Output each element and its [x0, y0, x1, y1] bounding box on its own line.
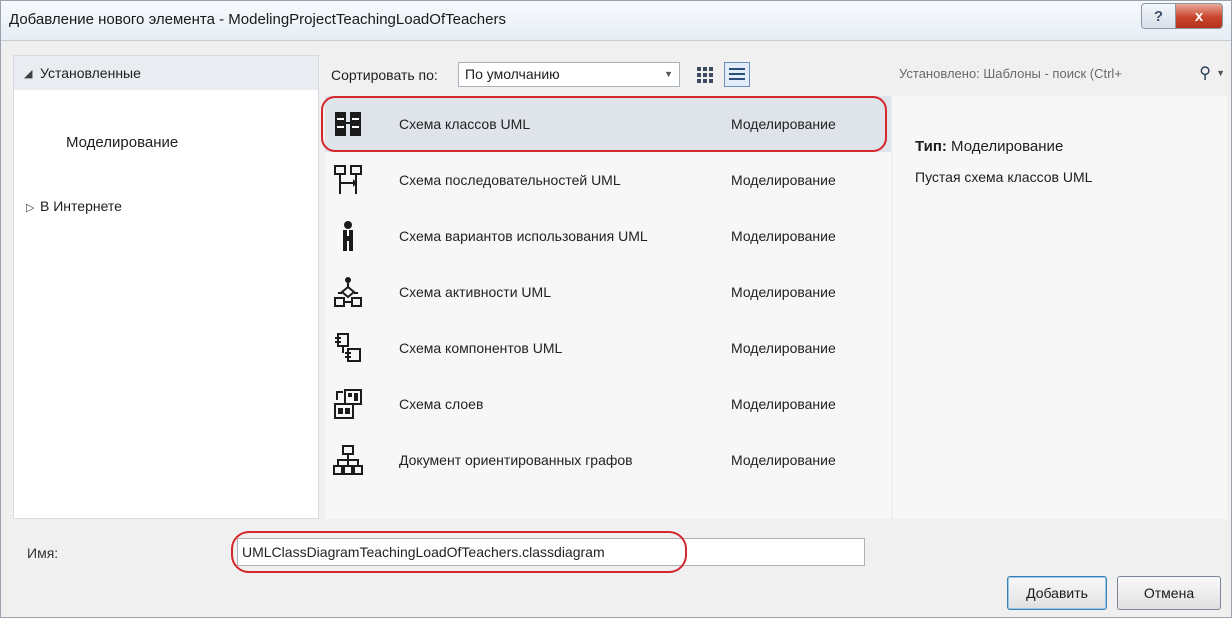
- template-name: Схема компонентов UML: [399, 340, 563, 356]
- collapse-triangle-icon[interactable]: ◢: [24, 67, 32, 80]
- sort-label: Сортировать по:: [331, 67, 438, 83]
- component-diagram-icon: [335, 333, 361, 362]
- cancel-button[interactable]: Отмена: [1117, 576, 1221, 610]
- type-label: Тип:: [915, 138, 947, 155]
- template-category: Моделирование: [731, 284, 836, 300]
- tree-item-installed-label: Установленные: [40, 65, 141, 81]
- template-description: Пустая схема классов UML: [915, 169, 1093, 185]
- template-name: Схема вариантов использования UML: [399, 228, 648, 244]
- title-bar: Добавление нового элемента - ModelingPro…: [1, 1, 1231, 41]
- list-item[interactable]: Схема компонентов UML Моделирование: [325, 320, 891, 376]
- template-name: Схема классов UML: [399, 116, 531, 132]
- template-category: Моделирование: [731, 172, 836, 188]
- list-item[interactable]: Схема последовательностей UML Моделирова…: [325, 152, 891, 208]
- search-icon[interactable]: ⚲: [1199, 63, 1211, 83]
- add-button[interactable]: Добавить: [1007, 576, 1107, 610]
- tree-item-installed[interactable]: ◢ Установленные: [14, 56, 318, 90]
- name-field[interactable]: [237, 538, 865, 566]
- use-case-diagram-icon: [343, 221, 353, 251]
- template-list: Схема классов UML Моделирование Схема по…: [325, 96, 891, 519]
- template-category: Моделирование: [731, 396, 836, 412]
- type-line: Тип: Моделирование: [915, 138, 1063, 155]
- window-title: Добавление нового элемента - ModelingPro…: [9, 11, 506, 28]
- layer-diagram-icon: [334, 389, 362, 419]
- name-label: Имя:: [27, 545, 59, 561]
- template-category: Моделирование: [731, 116, 836, 132]
- help-button[interactable]: ?: [1141, 3, 1175, 29]
- tree-item-online[interactable]: В Интернете: [40, 198, 122, 214]
- search-input[interactable]: Установлено: Шаблоны - поиск (Ctrl+ ⚲ ▼: [895, 62, 1227, 87]
- template-category: Моделирование: [731, 340, 836, 356]
- template-name: Схема слоев: [399, 396, 484, 412]
- activity-diagram-icon: [334, 277, 362, 307]
- list-item[interactable]: Схема классов UML Моделирование: [325, 96, 891, 152]
- class-diagram-icon: [335, 112, 361, 136]
- sequence-diagram-icon: [334, 165, 362, 194]
- details-pane: Тип: Моделирование Пустая схема классов …: [893, 96, 1227, 519]
- sort-dropdown-value: По умолчанию: [465, 66, 560, 82]
- template-category: Моделирование: [731, 228, 836, 244]
- sort-dropdown[interactable]: По умолчанию ▼: [458, 62, 680, 87]
- directed-graph-icon: [333, 445, 363, 475]
- grid-view-icon[interactable]: [694, 64, 714, 84]
- list-item[interactable]: Схема вариантов использования UML Модели…: [325, 208, 891, 264]
- list-item[interactable]: Схема слоев Моделирование: [325, 376, 891, 432]
- search-placeholder: Установлено: Шаблоны - поиск (Ctrl+: [899, 66, 1122, 81]
- tree-item-modeling[interactable]: Моделирование: [66, 134, 178, 151]
- chevron-down-icon[interactable]: ▼: [1216, 68, 1225, 78]
- type-value: Моделирование: [951, 138, 1064, 155]
- template-category: Моделирование: [731, 452, 836, 468]
- category-tree: ◢ Установленные Моделирование ▷ В Интерн…: [13, 55, 319, 519]
- template-name: Схема активности UML: [399, 284, 551, 300]
- chevron-down-icon: ▼: [664, 69, 673, 79]
- list-view-icon[interactable]: [724, 62, 750, 87]
- list-item[interactable]: Документ ориентированных графов Моделиро…: [325, 432, 891, 488]
- template-name: Схема последовательностей UML: [399, 172, 621, 188]
- expand-triangle-icon[interactable]: ▷: [26, 201, 34, 214]
- add-new-item-dialog: Добавление нового элемента - ModelingPro…: [0, 0, 1232, 618]
- close-button[interactable]: x: [1175, 3, 1223, 29]
- template-name: Документ ориентированных графов: [399, 452, 633, 468]
- list-item[interactable]: Схема активности UML Моделирование: [325, 264, 891, 320]
